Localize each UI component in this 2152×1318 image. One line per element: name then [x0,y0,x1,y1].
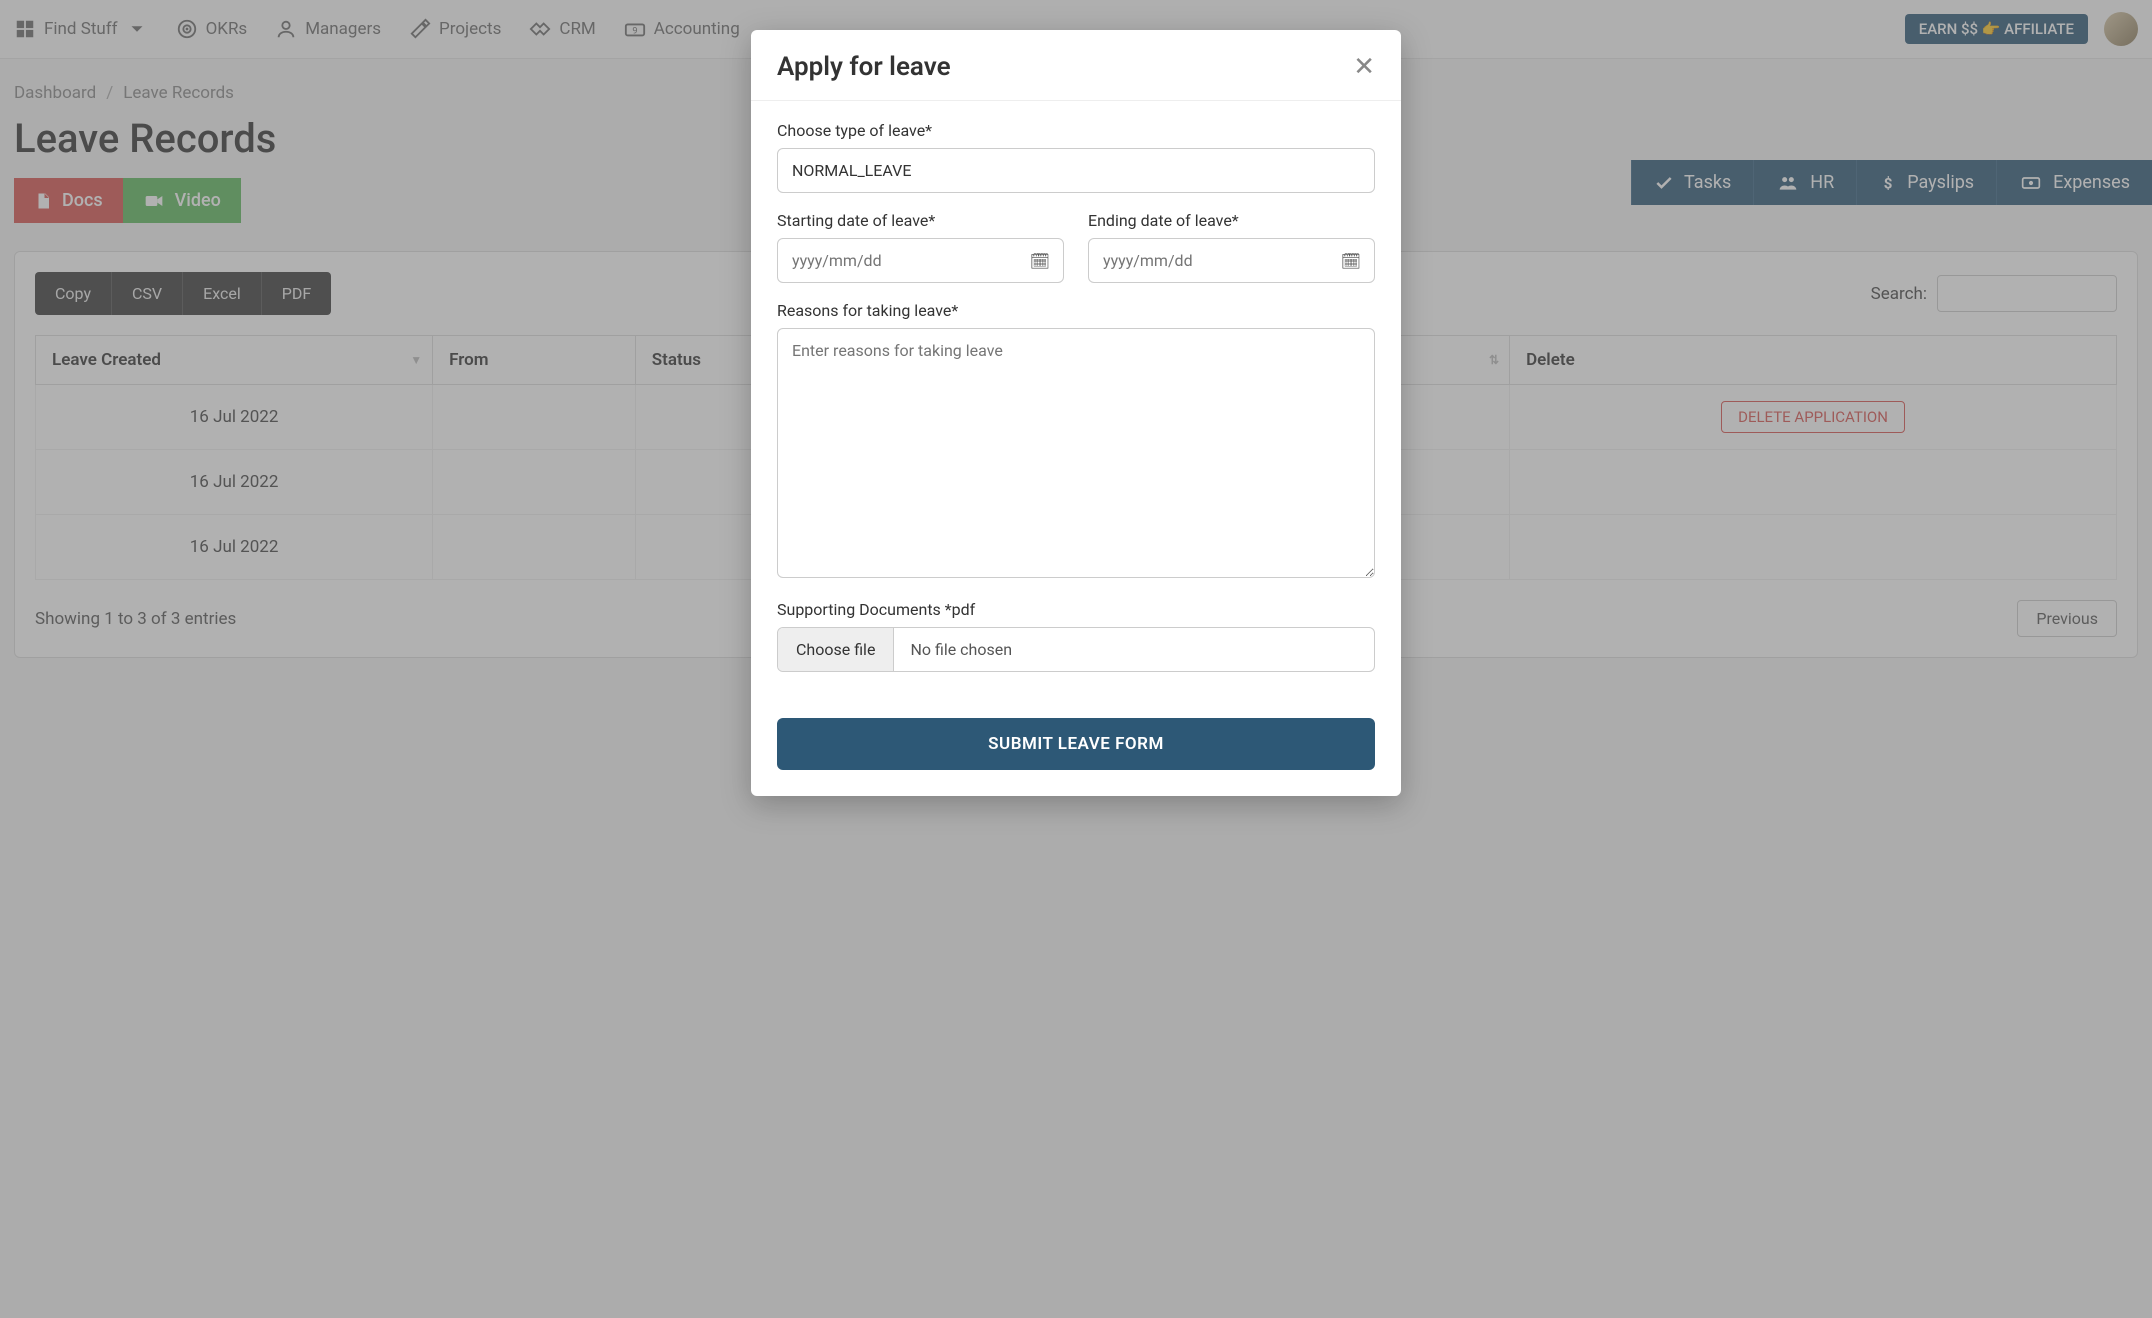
reasons-group: Reasons for taking leave* [777,301,1375,582]
start-date-group: Starting date of leave* 🗓 [777,211,1064,283]
end-date-group: Ending date of leave* 🗓 [1088,211,1375,283]
reasons-label: Reasons for taking leave* [777,301,1375,320]
modal-header: Apply for leave ✕ [751,30,1401,101]
start-date-input[interactable] [777,238,1064,283]
end-date-label: Ending date of leave* [1088,211,1375,230]
end-date-input[interactable] [1088,238,1375,283]
file-text: No file chosen [894,628,1374,671]
documents-label: Supporting Documents *pdf [777,600,1375,619]
choose-file-button[interactable]: Choose file [778,628,894,671]
leave-type-select[interactable]: NORMAL_LEAVE [777,148,1375,193]
submit-button[interactable]: SUBMIT LEAVE FORM [777,718,1375,770]
modal-overlay[interactable]: Apply for leave ✕ Choose type of leave* … [0,0,2152,1318]
documents-group: Supporting Documents *pdf Choose file No… [777,600,1375,672]
date-row: Starting date of leave* 🗓 Ending date of… [777,211,1375,301]
file-input-wrap: Choose file No file chosen [777,627,1375,672]
apply-leave-modal: Apply for leave ✕ Choose type of leave* … [751,30,1401,796]
leave-type-label: Choose type of leave* [777,121,1375,140]
start-date-label: Starting date of leave* [777,211,1064,230]
reasons-textarea[interactable] [777,328,1375,578]
modal-body: Choose type of leave* NORMAL_LEAVE Start… [751,101,1401,796]
modal-title: Apply for leave [777,52,951,82]
close-icon[interactable]: ✕ [1353,54,1375,80]
leave-type-group: Choose type of leave* NORMAL_LEAVE [777,121,1375,193]
